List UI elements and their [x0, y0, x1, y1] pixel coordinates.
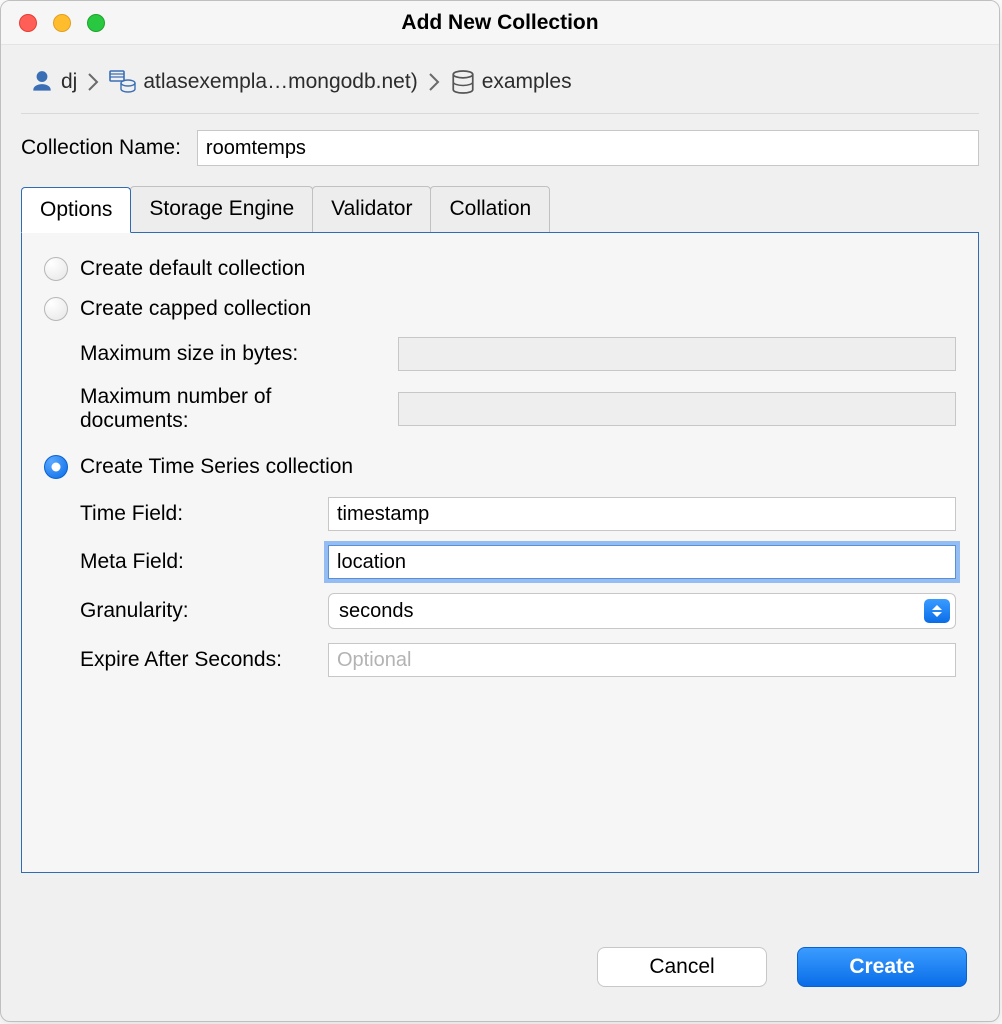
- updown-icon: [924, 599, 950, 623]
- tab-options[interactable]: Options: [21, 187, 131, 233]
- user-icon: [29, 69, 55, 95]
- radio-capped-collection[interactable]: Create capped collection: [44, 297, 956, 321]
- radio-default-label: Create default collection: [80, 257, 305, 281]
- timeseries-fields: Time Field: Meta Field: Granularity: sec…: [44, 497, 956, 677]
- divider: [21, 113, 979, 114]
- radio-timeseries-collection[interactable]: Create Time Series collection: [44, 455, 956, 479]
- time-field-input[interactable]: [328, 497, 956, 531]
- granularity-value: seconds: [339, 600, 414, 623]
- radio-default-icon: [44, 257, 68, 281]
- breadcrumb-user[interactable]: dj: [29, 69, 77, 95]
- radio-capped-label: Create capped collection: [80, 297, 311, 321]
- collection-name-label: Collection Name:: [21, 136, 181, 160]
- radio-timeseries-label: Create Time Series collection: [80, 455, 353, 479]
- meta-field-input[interactable]: [328, 545, 956, 579]
- create-button[interactable]: Create: [797, 947, 967, 987]
- granularity-label: Granularity:: [80, 599, 310, 623]
- max-size-label: Maximum size in bytes:: [80, 342, 380, 366]
- tab-storage-engine[interactable]: Storage Engine: [130, 186, 313, 232]
- granularity-select[interactable]: seconds: [328, 593, 956, 629]
- tab-validator[interactable]: Validator: [312, 186, 431, 232]
- max-size-input[interactable]: [398, 337, 956, 371]
- breadcrumb-user-label: dj: [61, 70, 77, 94]
- tab-collation[interactable]: Collation: [430, 186, 550, 232]
- title-bar: Add New Collection: [1, 1, 999, 45]
- capped-fields: Maximum size in bytes: Maximum number of…: [44, 337, 956, 433]
- breadcrumb-database[interactable]: examples: [450, 69, 572, 95]
- max-docs-label: Maximum number of documents:: [80, 385, 380, 433]
- breadcrumb-cluster[interactable]: atlasexempla…mongodb.net): [109, 69, 417, 95]
- expire-after-seconds-input[interactable]: [328, 643, 956, 677]
- database-icon: [450, 69, 476, 95]
- window-title: Add New Collection: [1, 11, 999, 35]
- breadcrumb: dj atlasexempla…mongodb.net) examp: [1, 45, 999, 113]
- cluster-icon: [109, 69, 137, 95]
- radio-capped-icon: [44, 297, 68, 321]
- cancel-button[interactable]: Cancel: [597, 947, 767, 987]
- dialog-footer: Cancel Create: [1, 925, 999, 1021]
- expire-label: Expire After Seconds:: [80, 648, 310, 672]
- tab-bar: Options Storage Engine Validator Collati…: [21, 186, 979, 233]
- breadcrumb-database-label: examples: [482, 70, 572, 94]
- chevron-right-icon: [426, 73, 442, 91]
- dialog-window: Add New Collection dj atlasexempla…mongo…: [0, 0, 1000, 1022]
- breadcrumb-cluster-label: atlasexempla…mongodb.net): [143, 70, 417, 94]
- collection-name-input[interactable]: [197, 130, 979, 166]
- radio-default-collection[interactable]: Create default collection: [44, 257, 956, 281]
- time-field-label: Time Field:: [80, 502, 310, 526]
- max-docs-input[interactable]: [398, 392, 956, 426]
- meta-field-label: Meta Field:: [80, 550, 310, 574]
- collection-name-row: Collection Name:: [1, 130, 999, 186]
- options-panel: Create default collection Create capped …: [21, 233, 979, 873]
- radio-timeseries-icon: [44, 455, 68, 479]
- chevron-right-icon: [85, 73, 101, 91]
